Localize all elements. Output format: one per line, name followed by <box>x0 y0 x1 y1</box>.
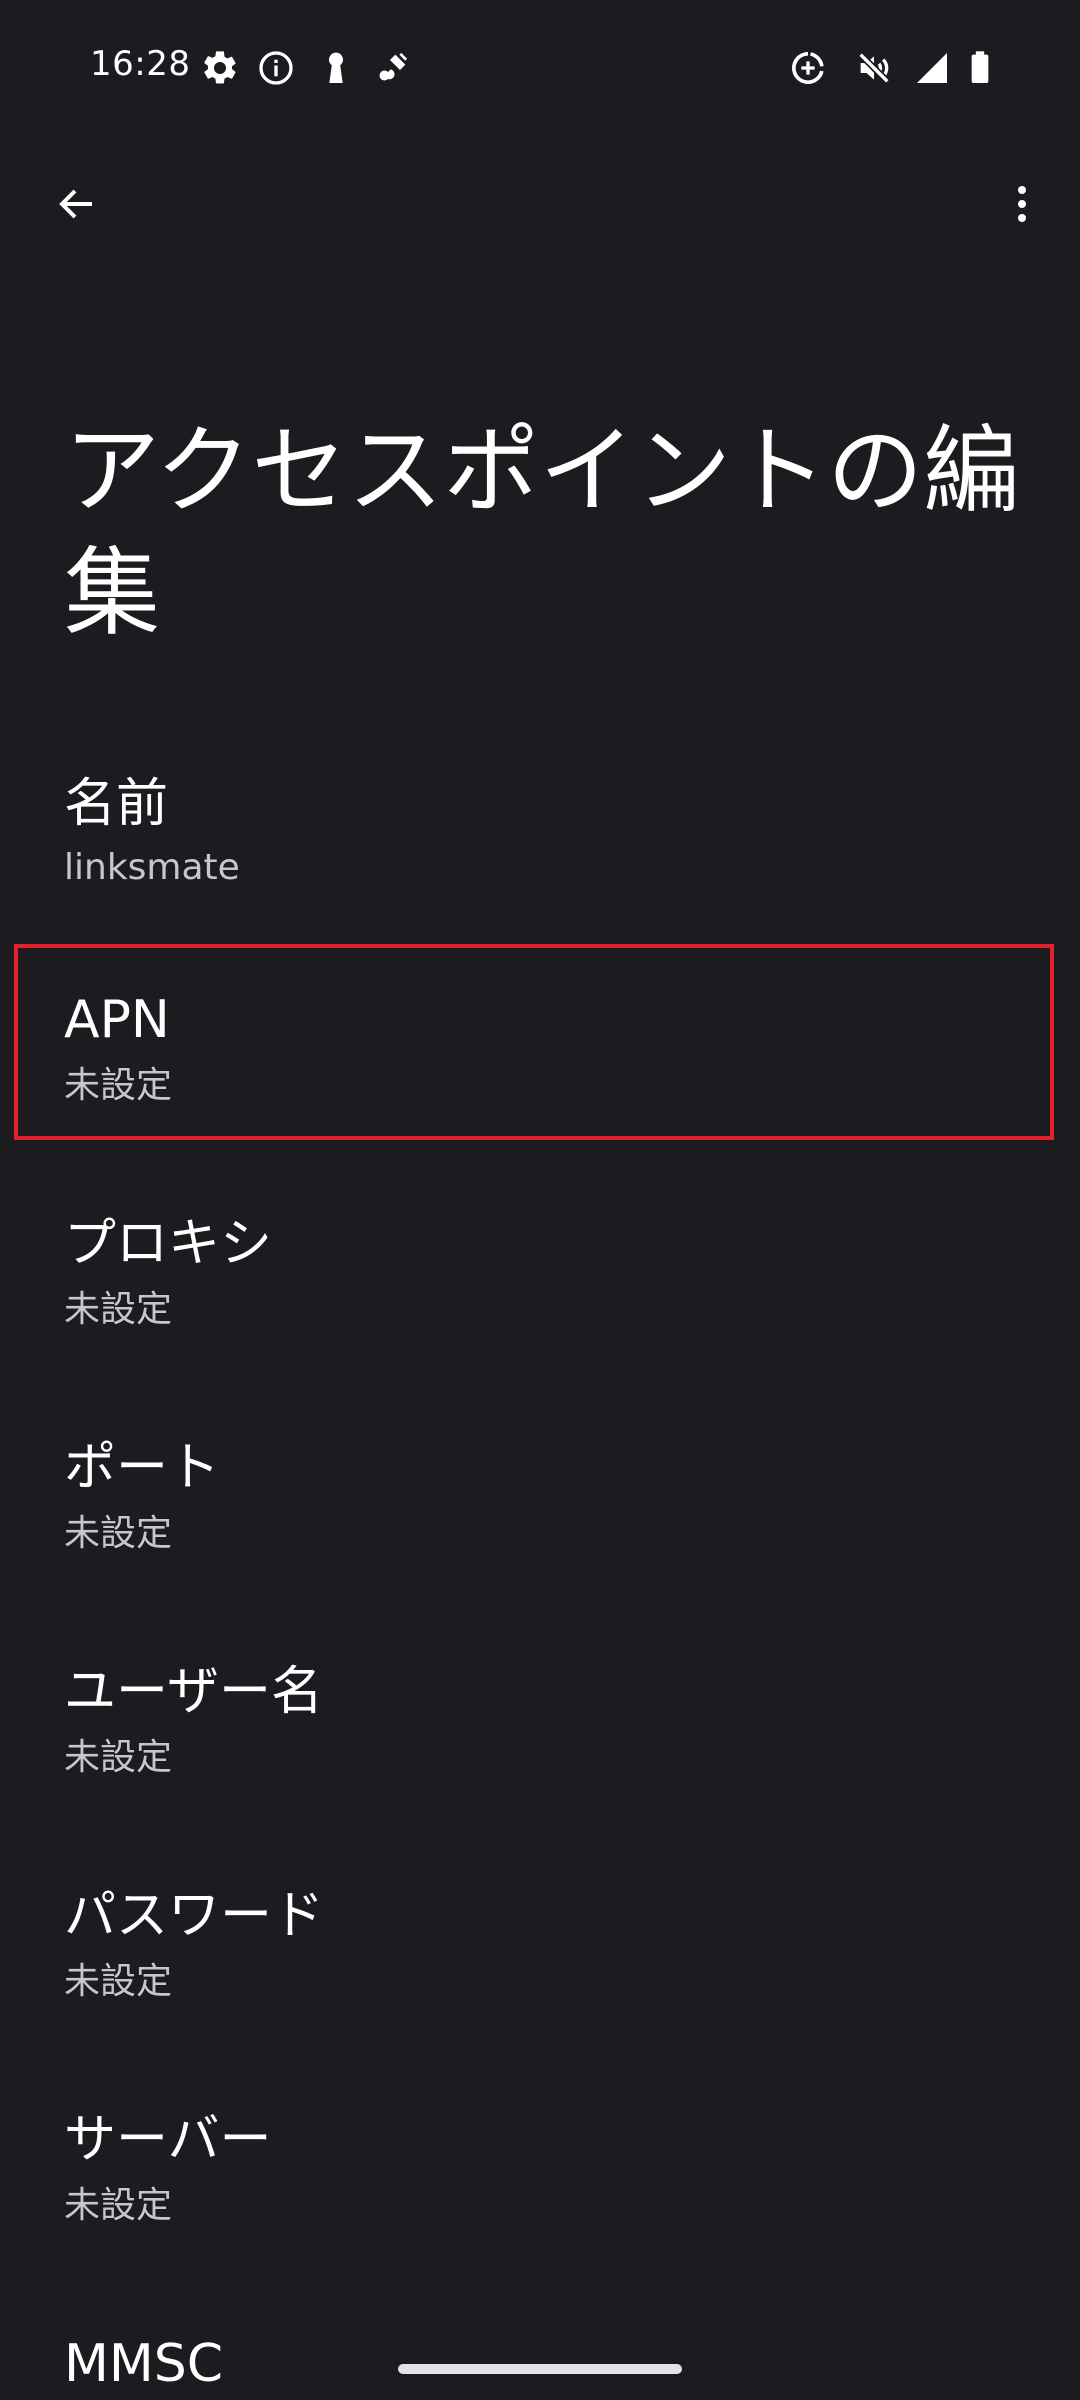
settings-icon <box>200 48 240 88</box>
page-title: アクセスポイントの編集 <box>64 415 1020 649</box>
pref-summary: linksmate <box>64 847 240 888</box>
pref-password[interactable]: パスワード 未設定 <box>0 1854 1080 2054</box>
pref-title: ユーザー名 <box>64 1662 323 1722</box>
battery-icon <box>960 48 1000 88</box>
pref-title: パスワード <box>64 1886 325 1946</box>
status-bar: 16:28 <box>0 0 1080 130</box>
pref-proxy[interactable]: プロキシ 未設定 <box>0 1182 1080 1382</box>
keyhole-icon <box>316 48 356 88</box>
pref-summary: 未設定 <box>64 1289 173 1330</box>
data-saver-icon <box>788 48 828 88</box>
pref-summary: 未設定 <box>64 1065 173 1106</box>
info-icon <box>256 48 296 88</box>
more-options-button[interactable] <box>986 168 1058 240</box>
arrow-back-icon <box>52 180 100 228</box>
pref-apn[interactable]: APN 未設定 <box>0 958 1080 1158</box>
pref-title: 名前 <box>64 774 169 834</box>
pref-port[interactable]: ポート 未設定 <box>0 1406 1080 1606</box>
pref-username[interactable]: ユーザー名 未設定 <box>0 1630 1080 1830</box>
signal-icon <box>912 48 952 88</box>
pref-title: プロキシ <box>64 1214 273 1274</box>
more-vert-icon <box>998 180 1046 228</box>
pref-summary: 未設定 <box>64 1737 173 1778</box>
pref-summary: 未設定 <box>64 2185 173 2226</box>
pref-mmsc[interactable]: MMSC <box>0 2302 1080 2400</box>
pref-name[interactable]: 名前 linksmate <box>0 740 1080 940</box>
back-button[interactable] <box>40 168 112 240</box>
pref-title: MMSC <box>64 2334 224 2394</box>
status-time: 16:28 <box>90 44 191 84</box>
pref-summary: 未設定 <box>64 1961 173 2002</box>
pref-summary: 未設定 <box>64 1513 173 1554</box>
pref-title: ポート <box>64 1438 221 1498</box>
pref-title: APN <box>64 990 170 1050</box>
mute-icon <box>854 48 894 88</box>
pref-server[interactable]: サーバー 未設定 <box>0 2078 1080 2278</box>
gesture-nav-handle[interactable] <box>398 2364 682 2374</box>
pref-title: サーバー <box>64 2110 272 2170</box>
satellite-icon <box>372 48 412 88</box>
